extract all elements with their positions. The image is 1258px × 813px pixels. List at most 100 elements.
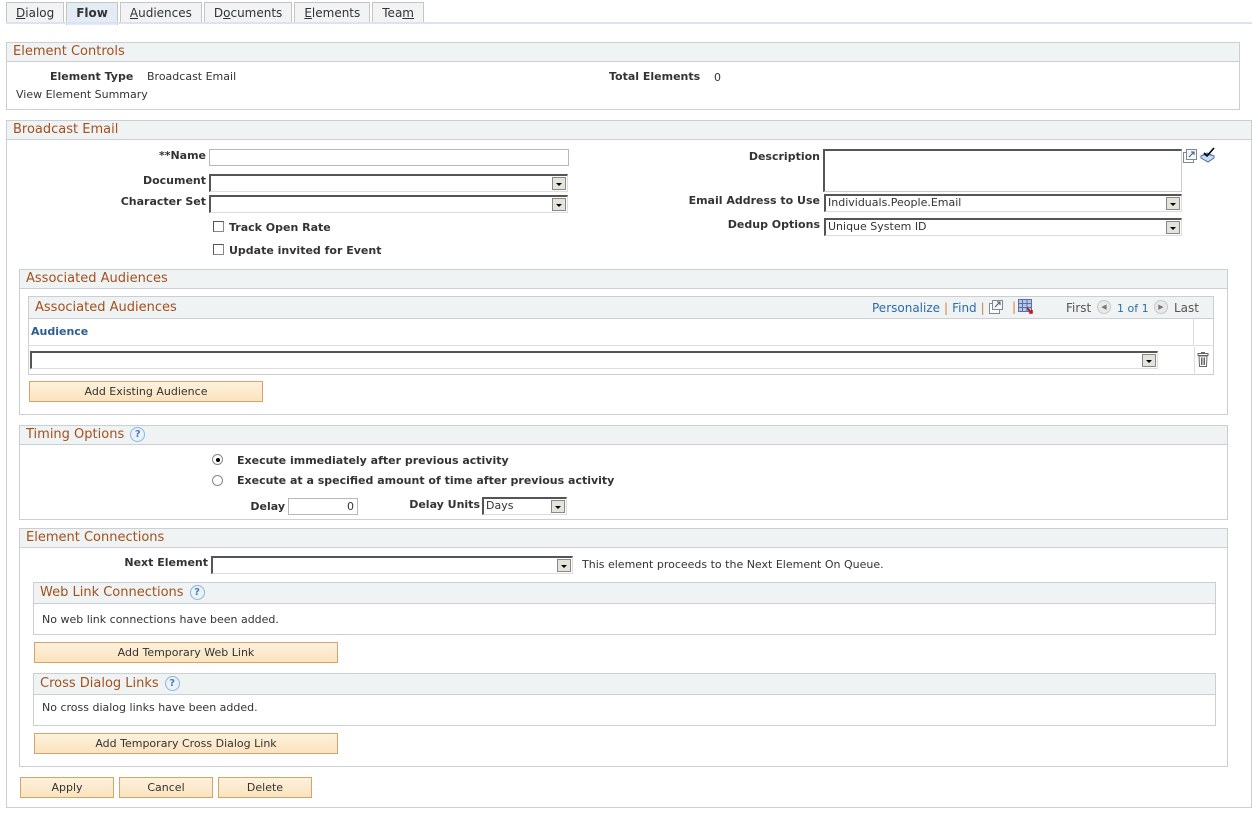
dedup-options-label: Dedup Options bbox=[727, 218, 820, 231]
email-address-label: Email Address to Use bbox=[688, 194, 820, 207]
name-input[interactable] bbox=[209, 149, 569, 166]
cross-dialog-empty-message: No cross dialog links have been added. bbox=[42, 701, 258, 714]
delete-button[interactable]: Delete bbox=[218, 777, 312, 798]
document-label: Document bbox=[142, 174, 206, 187]
add-temporary-web-link-button[interactable]: Add Temporary Web Link bbox=[34, 642, 338, 663]
element-controls-group: Element Controls Element Type Broadcast … bbox=[6, 42, 1240, 110]
table-row bbox=[29, 347, 1214, 375]
description-textarea[interactable] bbox=[823, 149, 1182, 192]
column-divider bbox=[1194, 347, 1195, 375]
cross-dialog-links-header: Cross Dialog Links? bbox=[34, 674, 1215, 695]
next-element-note: This element proceeds to the Next Elemen… bbox=[582, 558, 884, 571]
track-open-rate-checkbox[interactable] bbox=[213, 221, 224, 232]
email-address-select[interactable]: Individuals.People.Email bbox=[824, 194, 1182, 212]
chevron-down-icon[interactable] bbox=[1142, 354, 1156, 367]
timing-options-group: Timing Options? bbox=[19, 425, 1228, 520]
add-existing-audience-button[interactable]: Add Existing Audience bbox=[29, 381, 263, 402]
audience-column-header-cell: Audience bbox=[29, 319, 1194, 346]
chevron-down-icon[interactable] bbox=[557, 559, 571, 572]
cross-dialog-links-title: Cross Dialog Links bbox=[40, 676, 159, 691]
apply-button[interactable]: Apply bbox=[20, 777, 114, 798]
broadcast-email-header: Broadcast Email bbox=[7, 121, 1251, 140]
tab-elements[interactable]: Elements bbox=[294, 2, 371, 23]
tab-bar: Dialog Flow Audiences Documents Elements… bbox=[6, 2, 426, 25]
audience-select[interactable] bbox=[30, 351, 1158, 369]
element-controls-title: Element Controls bbox=[13, 44, 125, 59]
audiences-grid-header: Associated Audiences bbox=[29, 297, 1213, 319]
find-link[interactable]: Find bbox=[952, 301, 977, 315]
access-key: o bbox=[223, 6, 231, 20]
grid-toolbar: Personalize | Find | bbox=[872, 300, 989, 316]
cross-dialog-links-group: Cross Dialog Links? No cross dialog link… bbox=[33, 673, 1216, 726]
tab-audiences[interactable]: Audiences bbox=[119, 2, 202, 23]
name-label: **Name bbox=[158, 149, 206, 162]
total-elements-value: 0 bbox=[714, 71, 721, 84]
web-link-connections-group: Web Link Connections? No web link connec… bbox=[33, 582, 1216, 635]
execute-delayed-label: Execute at a specified amount of time af… bbox=[237, 474, 615, 487]
delay-input[interactable]: 0 bbox=[288, 498, 358, 515]
execute-immediately-label: Execute immediately after previous activ… bbox=[237, 454, 509, 467]
personalize-link[interactable]: Personalize bbox=[872, 301, 940, 315]
execute-immediately-radio[interactable] bbox=[212, 454, 223, 465]
web-link-connections-title: Web Link Connections bbox=[40, 585, 184, 600]
separator: | bbox=[1012, 300, 1017, 314]
element-connections-title: Element Connections bbox=[26, 530, 165, 545]
add-temporary-cross-dialog-link-button[interactable]: Add Temporary Cross Dialog Link bbox=[34, 733, 338, 754]
chevron-down-icon[interactable] bbox=[1166, 221, 1180, 234]
dedup-options-select[interactable]: Unique System ID bbox=[824, 218, 1182, 236]
element-controls-header: Element Controls bbox=[7, 43, 1239, 62]
update-invited-checkbox[interactable] bbox=[213, 244, 224, 255]
delay-units-select-value: Days bbox=[486, 499, 514, 512]
chevron-down-icon[interactable] bbox=[552, 177, 566, 190]
help-icon[interactable]: ? bbox=[189, 585, 205, 600]
first-label: First bbox=[1066, 301, 1092, 315]
help-icon[interactable]: ? bbox=[164, 676, 180, 691]
description-label: Description bbox=[748, 150, 820, 163]
delay-units-label: Delay Units bbox=[409, 498, 480, 511]
tab-underline bbox=[6, 22, 1252, 24]
separator: | bbox=[980, 301, 985, 315]
character-set-label: Character Set bbox=[120, 195, 206, 208]
associated-audiences-title: Associated Audiences bbox=[26, 271, 168, 286]
email-address-select-value: Individuals.People.Email bbox=[828, 196, 962, 209]
spell-check-icon[interactable] bbox=[1199, 147, 1216, 164]
document-select[interactable] bbox=[209, 174, 568, 192]
separator: | bbox=[944, 301, 949, 315]
access-key: E bbox=[304, 6, 312, 20]
last-label: Last bbox=[1174, 301, 1199, 315]
delete-column-header-cell bbox=[1194, 319, 1214, 346]
delay-label: Delay bbox=[250, 500, 285, 513]
audience-column-header[interactable]: Audience bbox=[31, 325, 88, 338]
execute-delayed-radio[interactable] bbox=[212, 475, 223, 486]
access-key: m bbox=[402, 6, 414, 20]
delay-units-select[interactable]: Days bbox=[482, 497, 567, 515]
dedup-options-select-value: Unique System ID bbox=[828, 220, 927, 233]
next-element-select[interactable] bbox=[211, 556, 573, 574]
update-invited-label: Update invited for Event bbox=[229, 244, 382, 257]
chevron-down-icon[interactable] bbox=[1166, 197, 1180, 210]
tab-team[interactable]: Team bbox=[372, 2, 424, 23]
page-info: 1 of 1 bbox=[1117, 302, 1149, 315]
chevron-down-icon[interactable] bbox=[552, 198, 566, 211]
timing-options-title: Timing Options bbox=[26, 427, 125, 442]
chevron-down-icon[interactable] bbox=[551, 500, 565, 513]
element-connections-header: Element Connections bbox=[20, 529, 1227, 548]
help-icon[interactable]: ? bbox=[130, 427, 146, 442]
trash-icon[interactable] bbox=[1197, 352, 1209, 367]
previous-page-icon[interactable]: ◀ bbox=[1097, 300, 1111, 314]
element-type-value: Broadcast Email bbox=[147, 70, 237, 83]
view-all-icon[interactable] bbox=[989, 300, 1004, 314]
access-key: D bbox=[16, 6, 26, 20]
next-element-label: Next Element bbox=[124, 556, 208, 569]
next-page-icon[interactable]: ▶ bbox=[1154, 300, 1168, 314]
character-set-select[interactable] bbox=[209, 195, 568, 213]
cancel-button[interactable]: Cancel bbox=[119, 777, 213, 798]
tab-documents[interactable]: Documents bbox=[203, 2, 293, 23]
tab-dialog[interactable]: Dialog bbox=[6, 2, 65, 23]
expand-textarea-icon[interactable] bbox=[1183, 149, 1197, 163]
web-link-empty-message: No web link connections have been added. bbox=[42, 613, 279, 626]
total-elements-label: Total Elements bbox=[609, 70, 701, 83]
view-element-summary-link[interactable]: View Element Summary bbox=[16, 88, 148, 101]
web-link-connections-header: Web Link Connections? bbox=[34, 583, 1215, 604]
download-spreadsheet-icon[interactable] bbox=[1018, 299, 1034, 314]
